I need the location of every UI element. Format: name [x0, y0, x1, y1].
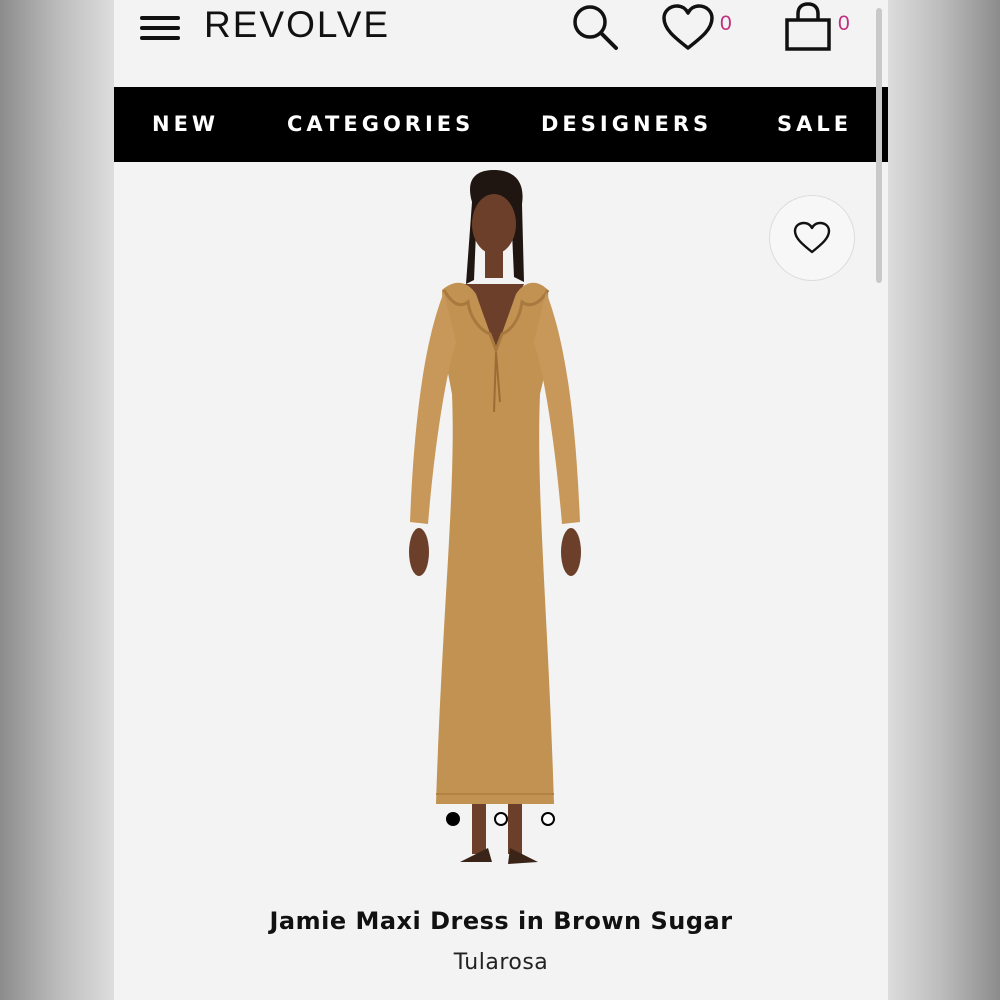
category-nav: NEW CATEGORIES DESIGNERS SALE	[114, 87, 888, 162]
product-image-carousel[interactable]	[114, 162, 888, 902]
site-header: REVOLVE 0 0	[114, 0, 888, 87]
add-to-favorites-button[interactable]	[769, 195, 855, 281]
carousel-dot-2[interactable]	[494, 812, 508, 826]
scrollbar[interactable]	[876, 8, 882, 283]
wishlist-count: 0	[720, 12, 732, 35]
menu-icon[interactable]	[140, 16, 180, 40]
product-title: Jamie Maxi Dress in Brown Sugar	[269, 907, 733, 935]
site-logo[interactable]: REVOLVE	[204, 4, 390, 46]
carousel-dot-3[interactable]	[541, 812, 555, 826]
nav-new[interactable]: NEW	[152, 87, 219, 162]
product-brand-link[interactable]: Tularosa	[114, 950, 888, 975]
heart-icon	[793, 221, 831, 254]
product-image[interactable]	[364, 162, 624, 892]
mobile-page: REVOLVE 0 0 NEW CATEGORIES DESIGNERS SAL…	[114, 0, 888, 1000]
search-icon[interactable]	[568, 0, 622, 54]
carousel-dot-1[interactable]	[446, 812, 460, 826]
nav-designers[interactable]: DESIGNERS	[541, 87, 712, 162]
nav-sale[interactable]: SALE	[777, 87, 852, 162]
bag-count: 0	[838, 12, 850, 35]
wishlist-heart-icon[interactable]	[660, 2, 716, 54]
carousel-pagination	[444, 812, 564, 832]
shopping-bag-icon[interactable]	[782, 0, 834, 54]
nav-categories[interactable]: CATEGORIES	[287, 87, 474, 162]
